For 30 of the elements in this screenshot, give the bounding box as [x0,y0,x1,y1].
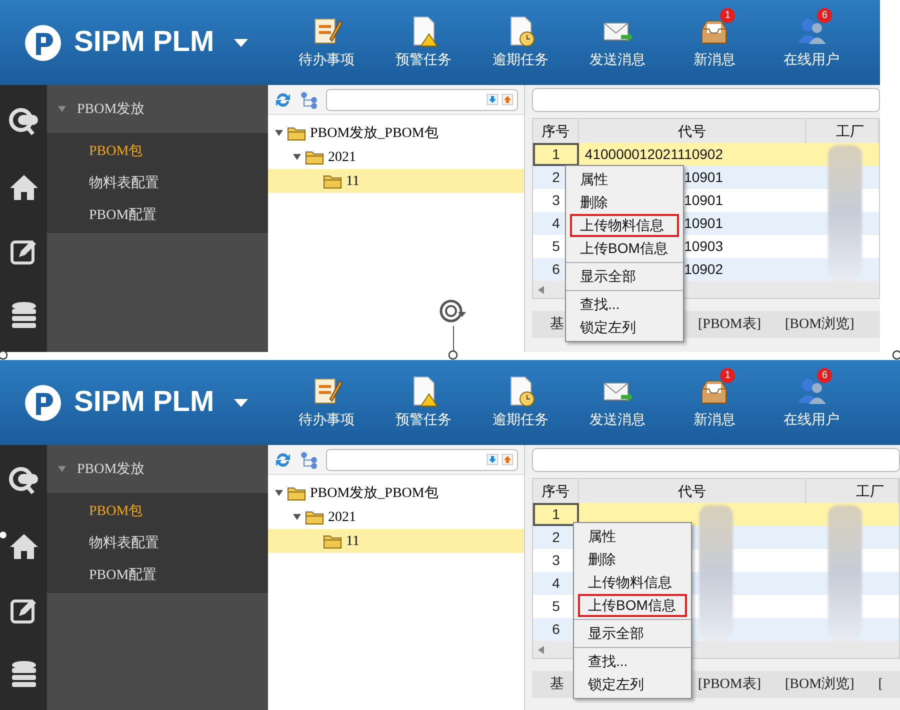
row-number: 1 [552,145,560,164]
row-number: 6 [552,260,560,279]
table-cell-text: 10902 [684,260,723,279]
row-number: 1 [552,505,560,524]
notification-badge: 1 [720,368,736,383]
notification-badge: 1 [720,8,736,23]
table-cell-text: 10901 [684,191,723,210]
app-title: SIPM PLM [74,384,214,420]
row-number: 4 [552,214,560,233]
table-cell-text: 410000012021110902 [584,145,723,164]
row-number: 2 [552,528,560,547]
row-number: 6 [552,620,560,639]
notification-badge: 6 [817,368,832,383]
app-title: SIPM PLM [74,24,214,60]
tree-label: 11 [346,532,360,550]
row-number: 5 [552,237,560,256]
row-number: 3 [552,191,560,210]
row-number: 5 [552,597,560,616]
tree-label: 2021 [328,508,356,526]
tree-label: 2021 [328,148,356,166]
table-cell-text: 10901 [684,214,723,233]
tree-label: 11 [346,172,360,190]
row-number: 3 [552,551,560,570]
tree-label: PBOM发放_PBOM包 [310,124,438,142]
row-number: 2 [552,168,560,187]
table-cell-text: 10903 [684,237,723,256]
notification-badge: 6 [817,8,832,23]
row-number: 4 [552,574,560,593]
tree-label: PBOM发放_PBOM包 [310,484,438,502]
table-cell-text: 10901 [684,168,723,187]
